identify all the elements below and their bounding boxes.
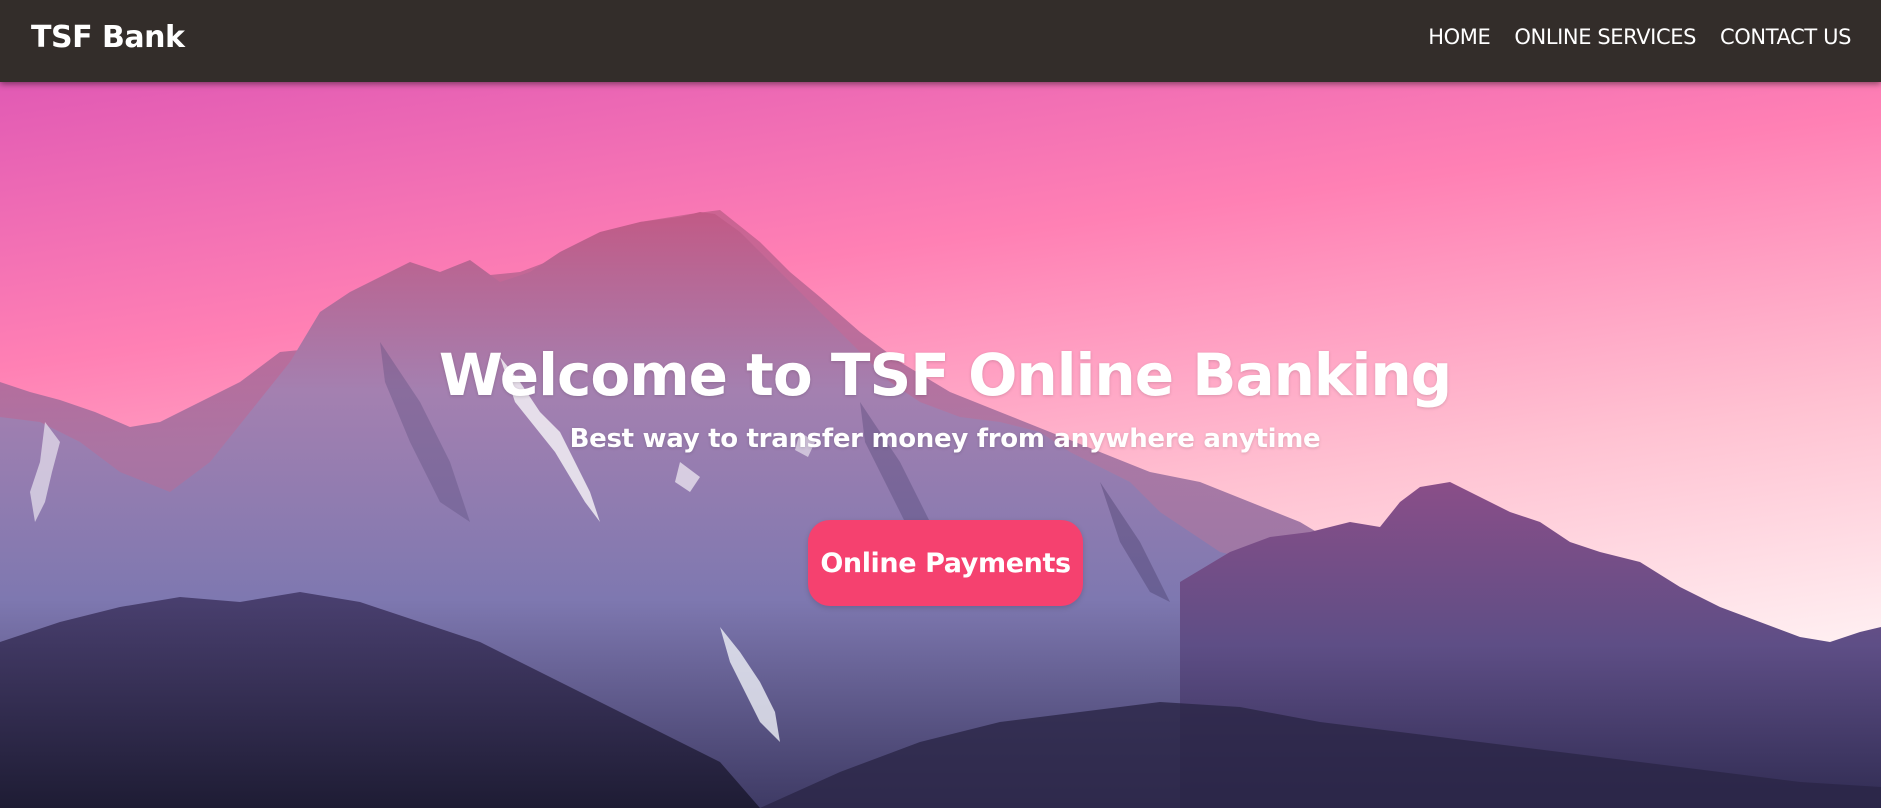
hero-subtitle: Best way to transfer money from anywhere…: [569, 424, 1321, 454]
hero-section: Welcome to TSF Online Banking Best way t…: [0, 82, 1881, 808]
nav-link-home[interactable]: HOME: [1428, 23, 1491, 51]
top-navbar: TSF Bank HOME ONLINE SERVICES CONTACT US: [0, 0, 1881, 82]
nav-link-contact-us[interactable]: CONTACT US: [1720, 23, 1851, 51]
nav-link-online-services[interactable]: ONLINE SERVICES: [1514, 23, 1696, 51]
page: TSF Bank HOME ONLINE SERVICES CONTACT US: [0, 0, 1881, 808]
hero-title: Welcome to TSF Online Banking: [438, 341, 1452, 409]
brand-logo[interactable]: TSF Bank: [31, 20, 185, 56]
nav-links: HOME ONLINE SERVICES CONTACT US: [1428, 23, 1851, 51]
online-payments-button[interactable]: Online Payments: [808, 520, 1083, 606]
